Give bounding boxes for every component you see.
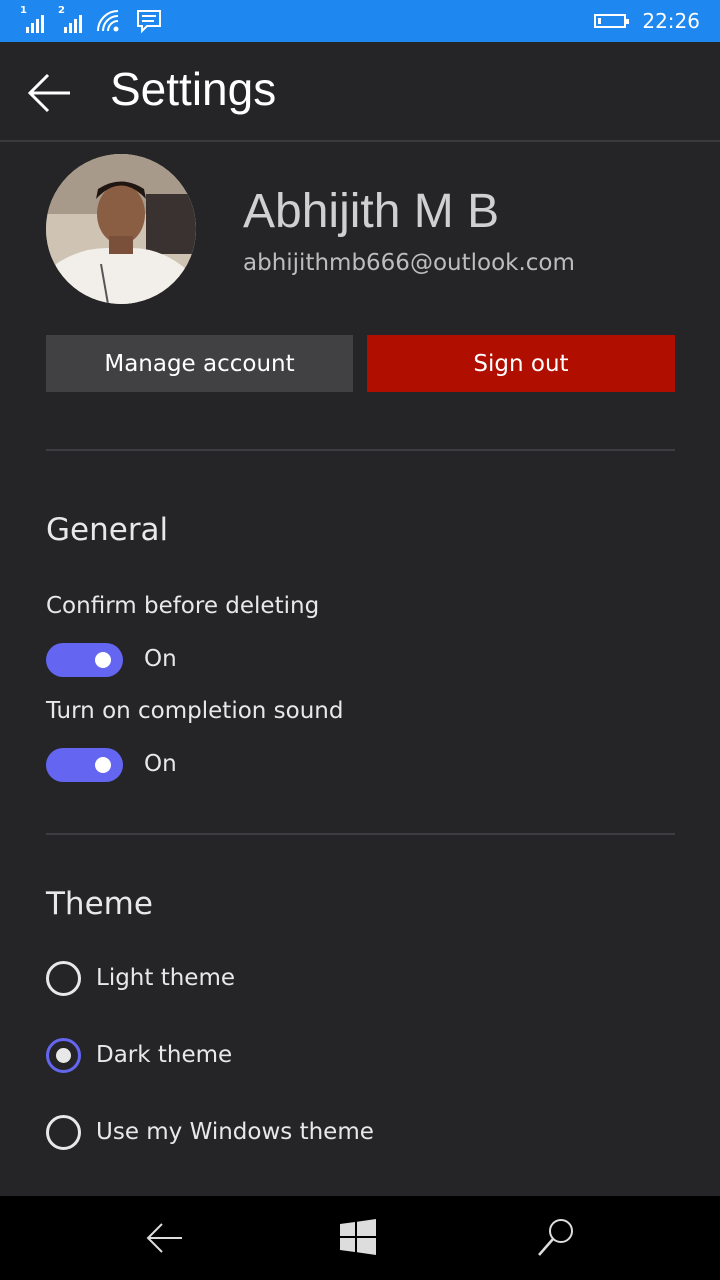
radio-dot: [56, 1048, 71, 1063]
sim1-label: 1: [20, 5, 27, 16]
profile-name: Abhijith M B: [243, 185, 500, 238]
status-bar: 1 2 22:26: [0, 0, 720, 42]
confirm-delete-label: Confirm before deleting: [46, 593, 320, 619]
manage-account-button[interactable]: Manage account: [46, 335, 353, 392]
avatar: [46, 154, 196, 304]
completion-sound-toggle[interactable]: [46, 748, 123, 782]
completion-sound-state: On: [144, 751, 177, 777]
sign-out-button[interactable]: Sign out: [367, 335, 675, 392]
windows-theme-label[interactable]: Use my Windows theme: [96, 1119, 374, 1145]
navigation-bar: [0, 1196, 720, 1280]
toggle-knob: [95, 757, 111, 773]
windows-start-icon[interactable]: [334, 1214, 382, 1262]
toggle-knob: [95, 652, 111, 668]
light-theme-radio[interactable]: [46, 961, 81, 996]
signal-sim2-icon: 2: [58, 5, 82, 33]
general-section-title: General: [46, 512, 169, 548]
page-title: Settings: [110, 63, 277, 115]
section-divider: [46, 449, 675, 451]
dark-theme-label[interactable]: Dark theme: [96, 1042, 232, 1068]
sim2-label: 2: [58, 5, 65, 16]
dark-theme-radio[interactable]: [46, 1038, 81, 1073]
search-icon[interactable]: [532, 1214, 580, 1262]
confirm-delete-toggle[interactable]: [46, 643, 123, 677]
windows-theme-radio[interactable]: [46, 1115, 81, 1150]
status-time: 22:26: [642, 9, 700, 33]
section-divider: [46, 833, 675, 835]
confirm-delete-state: On: [144, 646, 177, 672]
completion-sound-label: Turn on completion sound: [46, 698, 344, 724]
back-arrow-icon[interactable]: [26, 70, 72, 116]
app-header: Settings: [0, 42, 720, 140]
nav-back-icon[interactable]: [140, 1214, 188, 1262]
light-theme-label[interactable]: Light theme: [96, 965, 235, 991]
header-divider: [0, 140, 720, 142]
profile-email: abhijithmb666@outlook.com: [243, 250, 575, 276]
battery-icon: [594, 14, 630, 28]
theme-section-title: Theme: [46, 886, 153, 922]
signal-sim1-icon: 1: [20, 5, 44, 33]
wifi-icon: [97, 10, 119, 32]
message-icon: [137, 10, 161, 34]
